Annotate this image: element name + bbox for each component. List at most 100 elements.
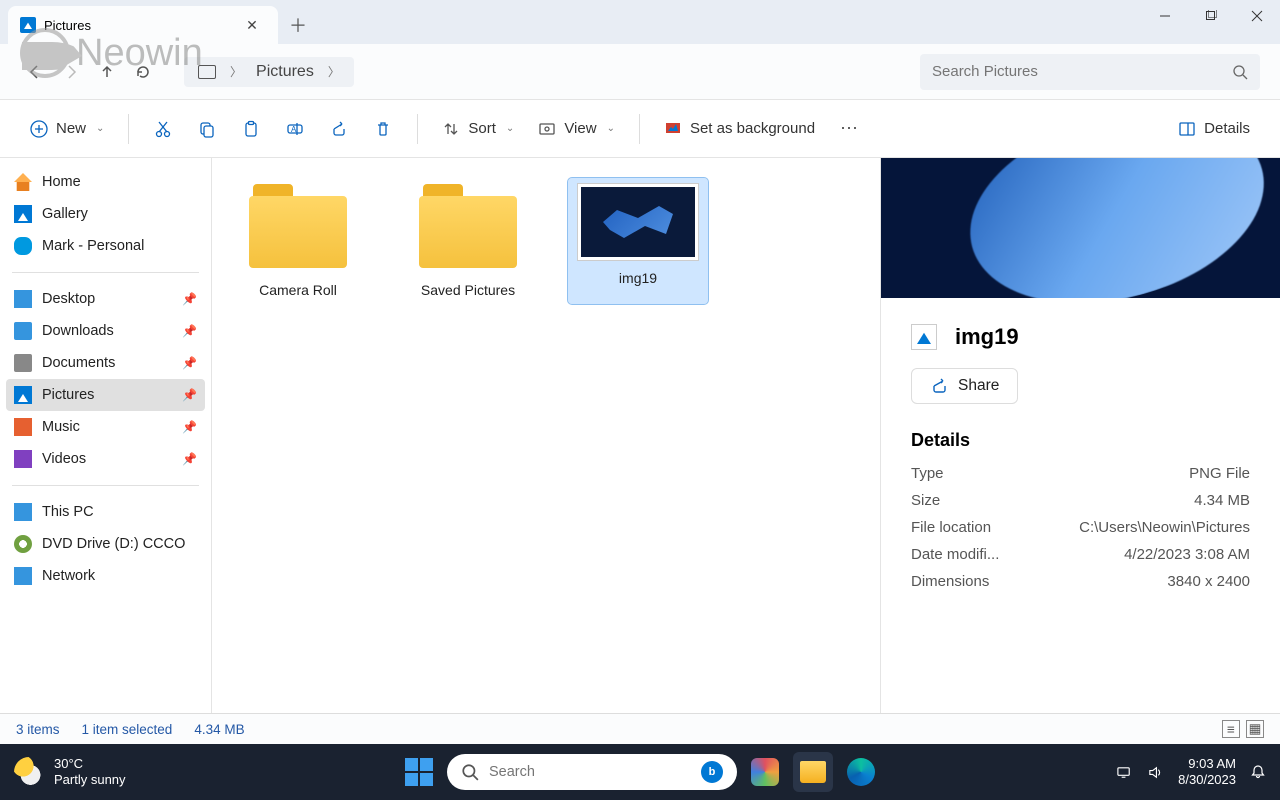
folder-camera-roll[interactable]: Camera Roll bbox=[228, 178, 368, 304]
share-button[interactable] bbox=[319, 111, 359, 147]
background-icon bbox=[664, 120, 682, 138]
pin-icon[interactable]: 📌 bbox=[182, 292, 197, 306]
up-button[interactable] bbox=[92, 54, 122, 90]
new-tab-button[interactable]: ＋ bbox=[278, 6, 318, 44]
maximize-button[interactable] bbox=[1188, 0, 1234, 32]
preview-image bbox=[881, 158, 1280, 298]
sort-icon bbox=[442, 120, 460, 138]
folder-saved-pictures[interactable]: Saved Pictures bbox=[398, 178, 538, 304]
close-tab-button[interactable]: ✕ bbox=[238, 11, 266, 39]
new-button[interactable]: New ⌄ bbox=[20, 111, 114, 147]
chevron-down-icon: ⌄ bbox=[607, 123, 615, 134]
weather-widget[interactable]: 30°CPartly sunny bbox=[14, 756, 126, 787]
sidebar-item-documents[interactable]: Documents📌 bbox=[6, 347, 205, 379]
delete-button[interactable] bbox=[363, 111, 403, 147]
taskbar-app-explorer[interactable] bbox=[793, 752, 833, 792]
breadcrumb-pictures[interactable]: Pictures bbox=[256, 63, 314, 81]
folder-icon bbox=[243, 184, 353, 272]
minimize-button[interactable] bbox=[1142, 0, 1188, 32]
details-view-button[interactable]: ≡ bbox=[1222, 720, 1240, 738]
taskbar: 30°CPartly sunny b 9:03 AM 8/30/2023 bbox=[0, 744, 1280, 800]
close-window-button[interactable] bbox=[1234, 0, 1280, 32]
cut-button[interactable] bbox=[143, 111, 183, 147]
clock-time: 9:03 AM bbox=[1178, 756, 1236, 772]
notifications-icon[interactable] bbox=[1250, 764, 1266, 780]
search-input[interactable] bbox=[932, 63, 1224, 80]
network-tray-icon[interactable] bbox=[1116, 764, 1133, 781]
edge-icon bbox=[847, 758, 875, 786]
details-toggle-button[interactable]: Details bbox=[1168, 111, 1260, 147]
detail-row-location: File locationC:\Users\Neowin\Pictures bbox=[911, 519, 1250, 536]
sidebar-item-downloads[interactable]: Downloads📌 bbox=[6, 315, 205, 347]
taskbar-app-edge[interactable] bbox=[841, 752, 881, 792]
breadcrumb[interactable]: 〉 Pictures 〉 bbox=[184, 57, 354, 87]
search-box[interactable] bbox=[920, 54, 1260, 90]
sidebar-item-desktop[interactable]: Desktop📌 bbox=[6, 283, 205, 315]
taskbar-center: b bbox=[399, 752, 881, 792]
chevron-right-icon[interactable]: 〉 bbox=[230, 63, 242, 80]
rename-button[interactable]: A bbox=[275, 111, 315, 147]
taskbar-search-input[interactable] bbox=[489, 764, 691, 780]
refresh-button[interactable] bbox=[128, 54, 158, 90]
view-button[interactable]: View ⌄ bbox=[528, 111, 625, 147]
cut-icon bbox=[154, 120, 172, 138]
sidebar-item-dvd[interactable]: DVD Drive (D:) CCCO bbox=[6, 528, 205, 560]
copy-button[interactable] bbox=[187, 111, 227, 147]
sort-label: Sort bbox=[468, 120, 496, 137]
file-img19[interactable]: img19 bbox=[568, 178, 708, 304]
sidebar-item-network[interactable]: Network bbox=[6, 560, 205, 592]
windows-icon bbox=[405, 758, 433, 786]
share-button[interactable]: Share bbox=[911, 368, 1018, 404]
more-button[interactable]: ⋯ bbox=[829, 111, 869, 147]
sort-button[interactable]: Sort ⌄ bbox=[432, 111, 524, 147]
pin-icon[interactable]: 📌 bbox=[182, 388, 197, 402]
rename-icon: A bbox=[286, 120, 304, 138]
taskbar-search[interactable]: b bbox=[447, 754, 737, 790]
detail-row-modified: Date modifi...4/22/2023 3:08 AM bbox=[911, 546, 1250, 563]
icons-view-button[interactable]: ▦ bbox=[1246, 720, 1264, 738]
sidebar-item-this-pc[interactable]: This PC bbox=[6, 496, 205, 528]
plus-circle-icon bbox=[30, 120, 48, 138]
pin-icon[interactable]: 📌 bbox=[182, 324, 197, 338]
pin-icon[interactable]: 📌 bbox=[182, 452, 197, 466]
sidebar-item-music[interactable]: Music📌 bbox=[6, 411, 205, 443]
bing-icon[interactable]: b bbox=[701, 761, 723, 783]
main-area: Home Gallery Mark - Personal Desktop📌 Do… bbox=[0, 158, 1280, 714]
status-selected: 1 item selected bbox=[82, 722, 173, 737]
chevron-down-icon: ⌄ bbox=[96, 123, 104, 134]
sidebar-item-gallery[interactable]: Gallery bbox=[6, 198, 205, 230]
address-bar: 〉 Pictures 〉 bbox=[0, 44, 1280, 100]
start-button[interactable] bbox=[399, 752, 439, 792]
sidebar-item-home[interactable]: Home bbox=[6, 166, 205, 198]
sidebar-item-pictures[interactable]: Pictures📌 bbox=[6, 379, 205, 411]
set-background-button[interactable]: Set as background bbox=[654, 111, 825, 147]
explorer-icon bbox=[800, 761, 826, 783]
back-button[interactable] bbox=[20, 54, 50, 90]
tab-title: Pictures bbox=[44, 18, 230, 33]
window-tab[interactable]: Pictures ✕ bbox=[8, 6, 278, 44]
volume-tray-icon[interactable] bbox=[1147, 764, 1164, 781]
gallery-icon bbox=[14, 205, 32, 223]
pin-icon[interactable]: 📌 bbox=[182, 420, 197, 434]
sidebar-item-videos[interactable]: Videos📌 bbox=[6, 443, 205, 475]
taskbar-app-copilot[interactable] bbox=[745, 752, 785, 792]
weather-icon bbox=[14, 757, 44, 787]
new-label: New bbox=[56, 120, 86, 137]
trash-icon bbox=[374, 120, 392, 138]
view-icon bbox=[538, 120, 556, 138]
desktop-icon bbox=[14, 290, 32, 308]
details-filename: img19 bbox=[955, 324, 1019, 350]
sidebar-item-personal[interactable]: Mark - Personal bbox=[6, 230, 205, 262]
copy-icon bbox=[198, 120, 216, 138]
file-content-area[interactable]: Camera Roll Saved Pictures img19 bbox=[212, 158, 880, 713]
chevron-right-icon[interactable]: 〉 bbox=[328, 63, 340, 80]
detail-row-type: TypePNG File bbox=[911, 465, 1250, 482]
title-bar: Pictures ✕ ＋ bbox=[0, 0, 1280, 44]
clock[interactable]: 9:03 AM 8/30/2023 bbox=[1178, 756, 1236, 787]
details-heading: Details bbox=[911, 430, 1250, 451]
pin-icon[interactable]: 📌 bbox=[182, 356, 197, 370]
status-bar: 3 items 1 item selected 4.34 MB ≡ ▦ bbox=[0, 714, 1280, 744]
status-item-count: 3 items bbox=[16, 722, 60, 737]
paste-button[interactable] bbox=[231, 111, 271, 147]
forward-button[interactable] bbox=[56, 54, 86, 90]
